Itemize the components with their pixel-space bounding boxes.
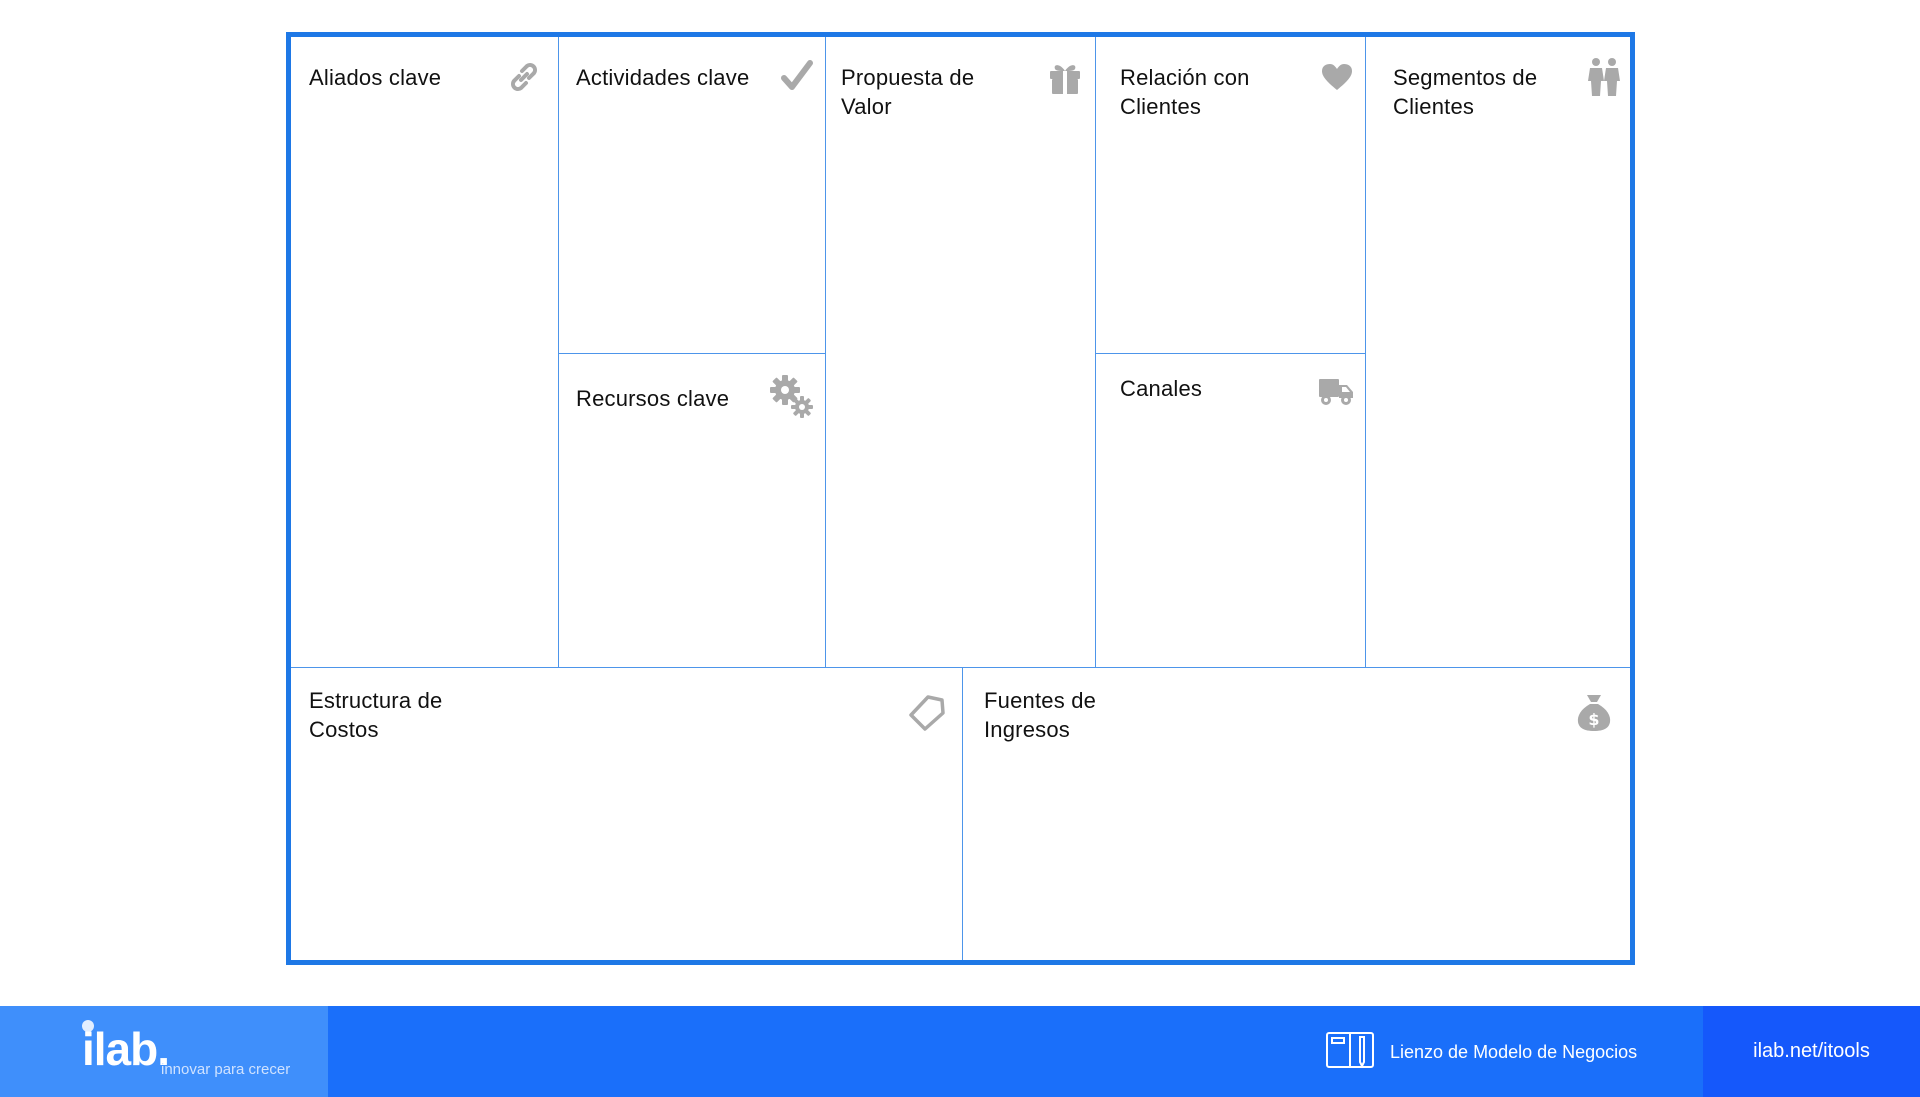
block-recursos-clave: Recursos clave	[559, 354, 826, 667]
notebook-pencil-icon	[1324, 1029, 1378, 1076]
title-line-2: Clientes	[1120, 94, 1202, 119]
site-link[interactable]: ilab.net/itools	[1703, 1006, 1920, 1097]
title-line-2: Costos	[309, 717, 379, 742]
block-estructura-de-costos: Estructura de Costos	[291, 667, 963, 960]
tagline: innovar para crecer	[161, 1061, 291, 1078]
title-line-1: Actividades clave	[576, 65, 750, 90]
block-propuesta-de-valor: Propuesta de Valor	[826, 37, 1096, 667]
checkmark-icon	[781, 59, 813, 93]
tag-icon	[908, 694, 946, 732]
title-line-1: Relación con	[1120, 65, 1250, 90]
link-icon	[506, 59, 542, 95]
block-title: Propuesta de Valor	[841, 63, 974, 121]
block-title: Relación con Clientes	[1120, 63, 1250, 121]
product-label: Lienzo de Modelo de Negocios	[1324, 1031, 1638, 1072]
footer-bar: ilab. innovar para crecer Lienzo de Mode…	[0, 1006, 1920, 1097]
title-line-1: Recursos clave	[576, 386, 730, 411]
title-line-2: Ingresos	[984, 717, 1070, 742]
block-title: Segmentos de Clientes	[1393, 63, 1537, 121]
money-bag-icon: $	[1576, 692, 1612, 732]
brand-area: ilab. innovar para crecer	[0, 1006, 328, 1097]
block-title: Fuentes de Ingresos	[984, 686, 1096, 744]
heart-icon	[1321, 63, 1353, 91]
people-icon	[1586, 57, 1622, 97]
title-line-1: Estructura de	[309, 688, 443, 713]
block-title: Recursos clave	[576, 384, 729, 413]
gears-icon	[769, 374, 815, 420]
block-title: Canales	[1120, 374, 1202, 403]
block-aliados-clave: Aliados clave	[291, 37, 559, 667]
ilab-logo[interactable]: ilab.	[82, 1020, 170, 1076]
title-line-1: Fuentes de	[984, 688, 1097, 713]
product-name: Lienzo de Modelo de Negocios	[1390, 1041, 1638, 1062]
block-title: Actividades clave	[576, 63, 749, 92]
title-line-1: Propuesta de	[841, 65, 975, 90]
block-actividades-clave: Actividades clave	[559, 37, 826, 354]
logo-badge-icon	[82, 1020, 94, 1032]
logo-text: ilab.	[82, 1023, 170, 1075]
block-canales: Canales	[1096, 354, 1366, 667]
block-fuentes-de-ingresos: Fuentes de Ingresos $	[963, 667, 1630, 960]
truck-icon	[1318, 376, 1354, 406]
block-segmentos-de-clientes: Segmentos de Clientes	[1366, 37, 1630, 667]
title-line-1: Aliados clave	[309, 65, 442, 90]
title-line-1: Canales	[1120, 376, 1203, 401]
block-relacion-con-clientes: Relación con Clientes	[1096, 37, 1366, 354]
gift-icon	[1048, 61, 1082, 95]
block-title: Aliados clave	[309, 63, 441, 92]
title-line-2: Clientes	[1393, 94, 1475, 119]
block-title: Estructura de Costos	[309, 686, 442, 744]
title-line-2: Valor	[841, 94, 892, 119]
business-model-canvas: Aliados clave Actividades clave Recursos…	[286, 32, 1635, 965]
title-line-1: Segmentos de	[1393, 65, 1538, 90]
svg-text:$: $	[1588, 710, 1599, 729]
